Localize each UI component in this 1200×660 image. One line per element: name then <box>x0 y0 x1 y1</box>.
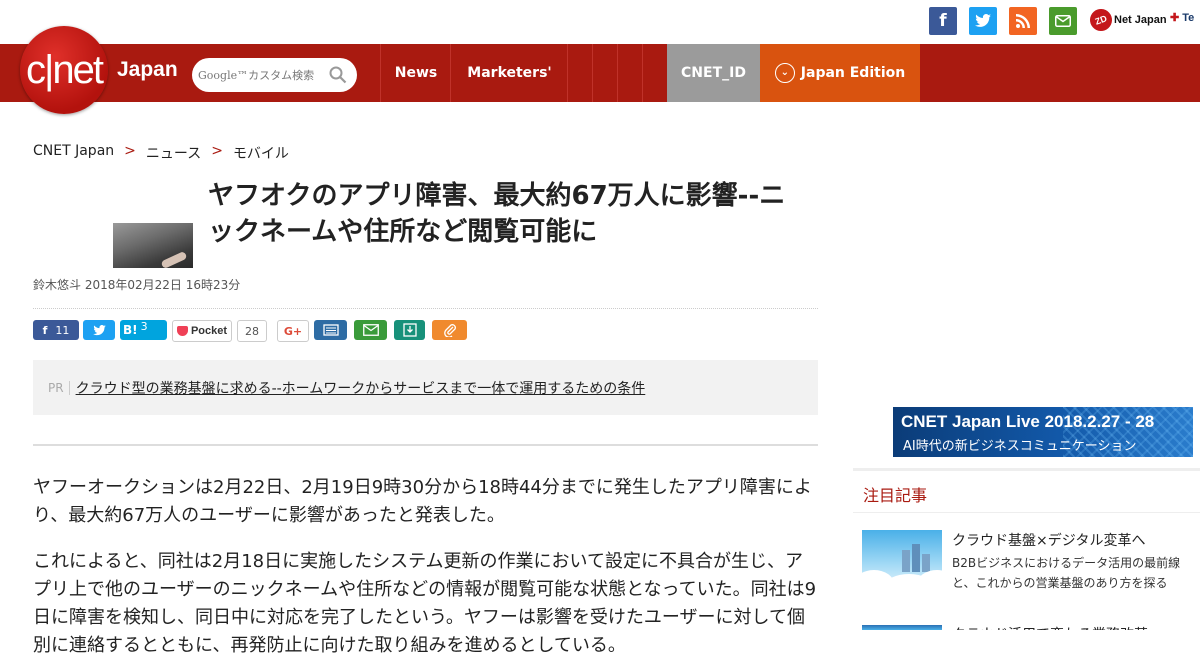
facebook-icon: f <box>42 323 48 337</box>
paperclip-icon <box>443 324 456 337</box>
event-banner[interactable]: CNET Japan Live 2018.2.27 - 28 AI時代の新ビジネ… <box>893 407 1193 457</box>
email-share-button[interactable] <box>354 320 387 340</box>
breadcrumb-separator: > <box>124 143 136 159</box>
pocket-count: 28 <box>237 320 267 342</box>
download-icon <box>402 323 417 337</box>
breadcrumb-news[interactable]: ニュース <box>146 143 201 163</box>
hatena-icon: B! <box>123 323 138 337</box>
edition-label: Japan Edition <box>800 65 906 81</box>
facebook-share-count: 11 <box>55 323 70 337</box>
search-icon[interactable] <box>329 66 347 84</box>
search-box[interactable]: Google™カスタム検索 <box>192 58 357 92</box>
sidebar-item-thumbnail[interactable] <box>862 625 942 630</box>
nav-blank-2[interactable] <box>592 44 618 102</box>
divider <box>33 444 818 446</box>
breadcrumb-separator: > <box>211 143 223 159</box>
techrepublic-link[interactable]: ✚ Te <box>1170 11 1194 24</box>
twitter-icon <box>92 324 106 335</box>
facebook-share-button[interactable]: f 11 <box>33 320 79 340</box>
chevron-down-icon: ⌄ <box>774 63 795 83</box>
twitter-share-button[interactable] <box>83 320 115 340</box>
sidebar-item-title[interactable]: クラウド基盤×デジタル変革へ <box>952 530 1192 550</box>
pocket-icon <box>176 326 188 336</box>
search-input[interactable]: Google™カスタム検索 <box>198 67 329 83</box>
banner-subtitle: AI時代の新ビジネスコミュニケーション <box>903 439 1137 454</box>
print-button[interactable] <box>314 320 347 340</box>
sidebar-section-title: 注目記事 <box>863 486 928 505</box>
nav-marketers[interactable]: Marketers' <box>450 44 568 102</box>
nav-blank-4[interactable] <box>642 44 668 102</box>
mail-icon <box>362 324 379 336</box>
pr-label: PR <box>48 380 70 395</box>
logo-japan-label: Japan <box>117 58 178 81</box>
zdnet-japan-link[interactable]: ZD Net Japan <box>1086 5 1167 35</box>
breadcrumb-mobile[interactable]: モバイル <box>233 143 289 163</box>
nav-blank-1[interactable] <box>567 44 593 102</box>
print-icon <box>322 324 339 336</box>
pocket-label: Pocket <box>190 325 228 337</box>
pocket-button[interactable]: Pocket <box>172 320 232 342</box>
hatena-count: 3 <box>140 319 148 333</box>
pr-box: PR クラウド型の業務基盤に求める--ホームワークからサービスまで一体で運用する… <box>33 360 818 415</box>
sidebar-item-description: B2Bビジネスにおけるデータ活用の最前線と、これからの営業基盤のあり方を探る <box>952 556 1181 590</box>
breadcrumb: CNET Japan > ニュース > モバイル <box>33 143 289 163</box>
sidebar-item-thumbnail[interactable] <box>862 530 942 590</box>
divider <box>853 468 1200 471</box>
divider <box>33 308 818 309</box>
article-thumbnail <box>113 223 193 270</box>
banner-title: CNET Japan Live 2018.2.27 - 28 <box>901 412 1155 431</box>
clip-button[interactable] <box>432 320 467 340</box>
zdnet-logo-icon: ZD <box>1086 5 1116 35</box>
nav-news[interactable]: News <box>380 44 451 102</box>
pr-link[interactable]: クラウド型の業務基盤に求める--ホームワークからサービスまで一体で運用するための… <box>76 378 646 398</box>
divider <box>853 512 1200 513</box>
utility-bar: f ZD Net Japan ✚ Te <box>0 0 1200 44</box>
nav-blank-3[interactable] <box>617 44 643 102</box>
article-paragraph: これによると、同社は2月18日に実施したシステム更新の作業において設定に不具合が… <box>33 551 817 656</box>
article-paragraph: ヤフーオークションは2月22日、2月19日9時30分から18時44分までに発生し… <box>33 477 812 526</box>
google-plus-button[interactable]: G+ <box>277 320 309 342</box>
cnet-logo[interactable]: c|net <box>20 26 108 114</box>
techrepublic-label: Te <box>1182 12 1195 24</box>
facebook-icon[interactable]: f <box>929 7 957 35</box>
zdnet-label: Net Japan <box>1114 14 1167 26</box>
twitter-icon[interactable] <box>969 7 997 35</box>
hatena-bookmark-button[interactable]: B! 3 <box>120 320 167 340</box>
article-byline: 鈴木悠斗 2018年02月22日 16時23分 <box>33 278 241 292</box>
nav-japan-edition[interactable]: ⌄ Japan Edition <box>760 44 920 102</box>
save-button[interactable] <box>394 320 425 340</box>
rss-icon[interactable] <box>1009 7 1037 35</box>
article-title: ヤフオクのアプリ障害、最大約67万人に影響--ニックネームや住所など閲覧可能に <box>208 181 786 247</box>
breadcrumb-home[interactable]: CNET Japan <box>33 143 114 163</box>
nav-cnet-id[interactable]: CNET_ID <box>667 44 760 102</box>
sidebar-item-title[interactable]: クラウド活用で変わる業務改革 <box>952 624 1192 630</box>
mail-icon[interactable] <box>1049 7 1077 35</box>
